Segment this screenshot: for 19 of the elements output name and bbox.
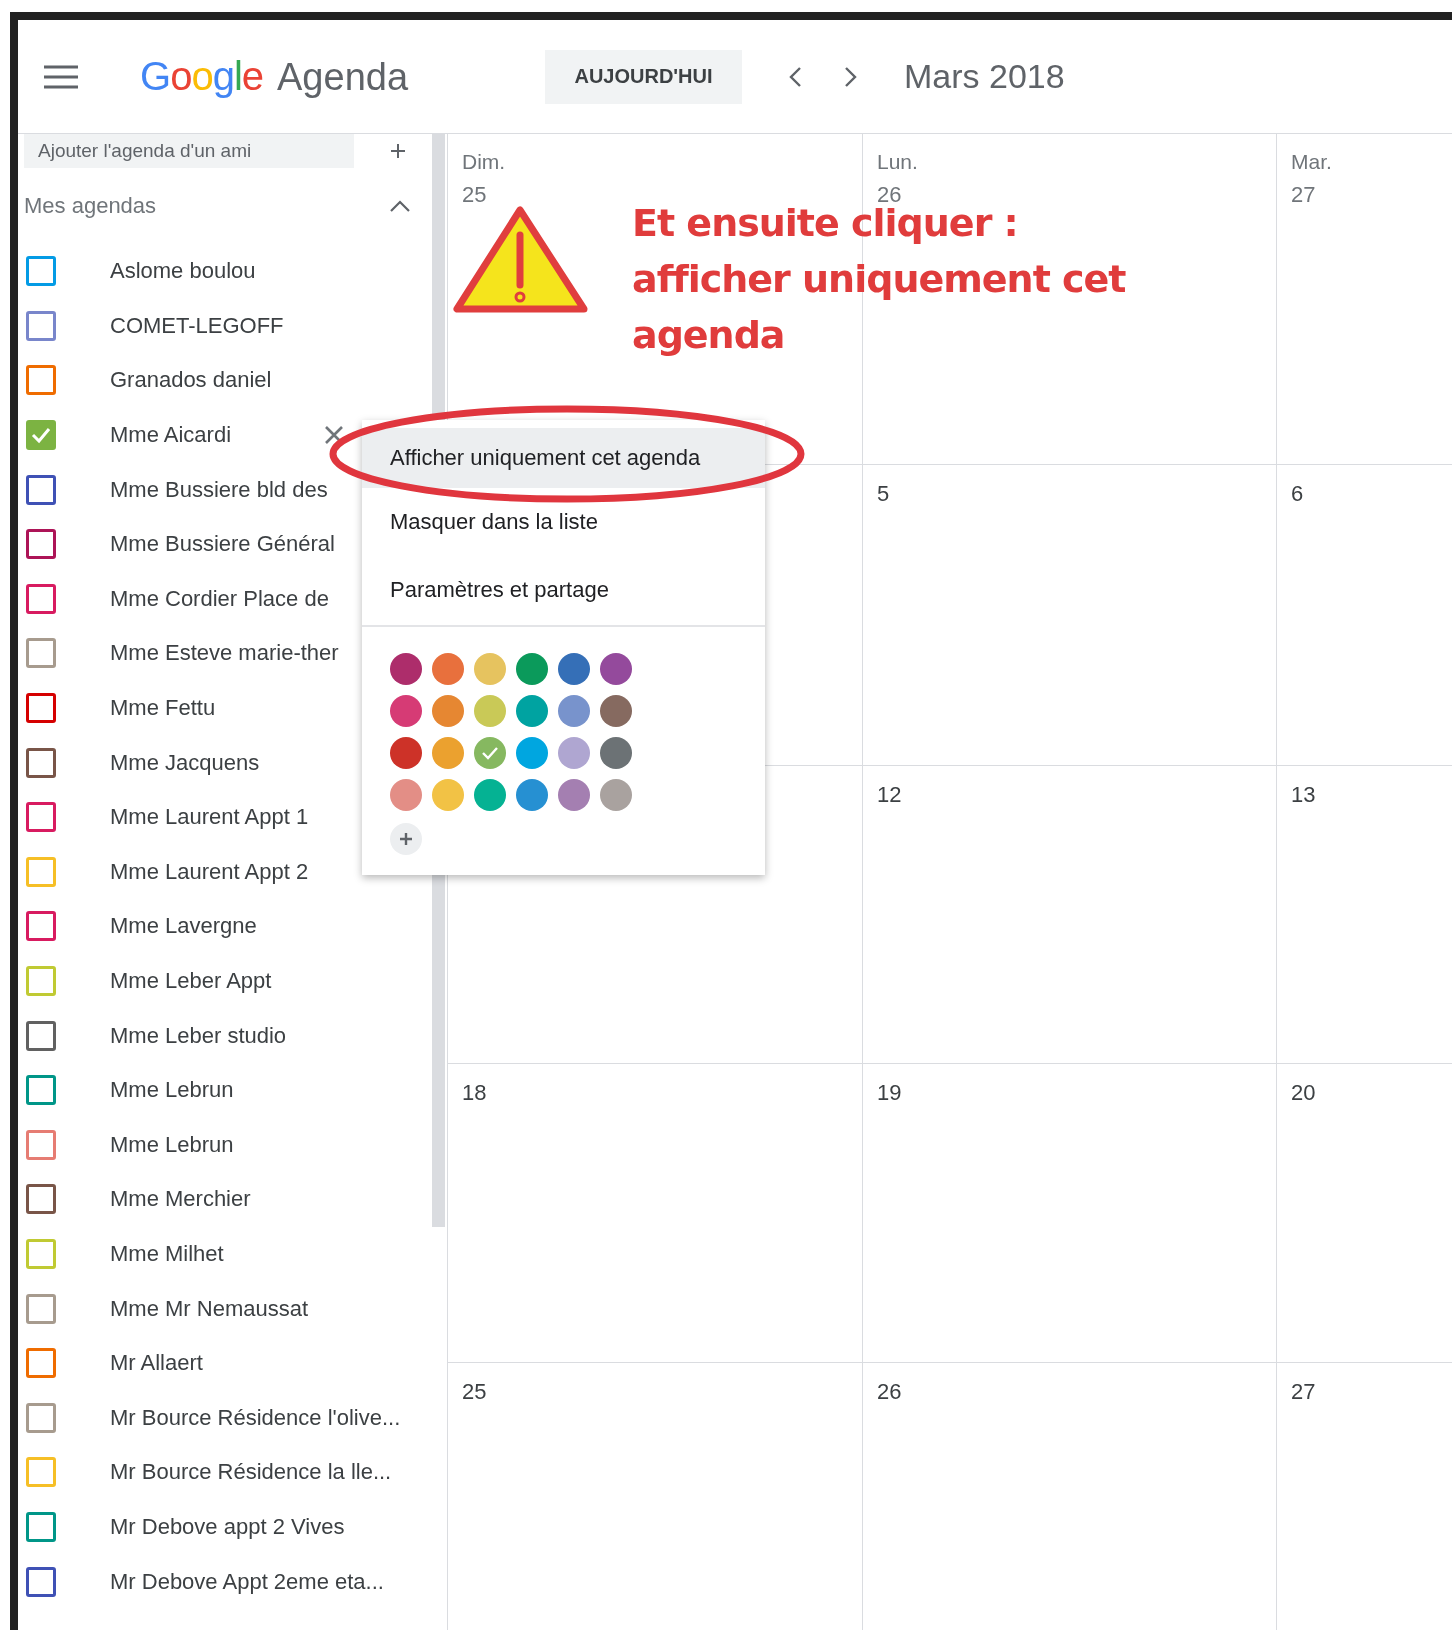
weekday-label: Mar. [1291,150,1332,174]
day-number: 18 [462,1080,487,1106]
day-number: 6 [1291,481,1304,507]
day-number: 27 [1291,182,1316,208]
weekday-label: Lun. [877,150,918,174]
day-number: 25 [462,1379,487,1405]
day-number: 5 [877,481,890,507]
day-number: 13 [1291,782,1316,808]
app-title: Agenda [277,56,409,99]
day-number: 26 [877,1379,902,1405]
day-number: 20 [1291,1080,1316,1106]
day-number: 25 [462,182,487,208]
section-title: Mes agendas [24,193,157,219]
logo-wordmark: Google [140,54,263,99]
day-number: 27 [1291,1379,1316,1405]
period-title: Mars 2018 [904,57,1065,96]
day-number: 19 [877,1080,902,1106]
weekday-label: Dim. [462,150,506,174]
day-number: 12 [877,782,902,808]
